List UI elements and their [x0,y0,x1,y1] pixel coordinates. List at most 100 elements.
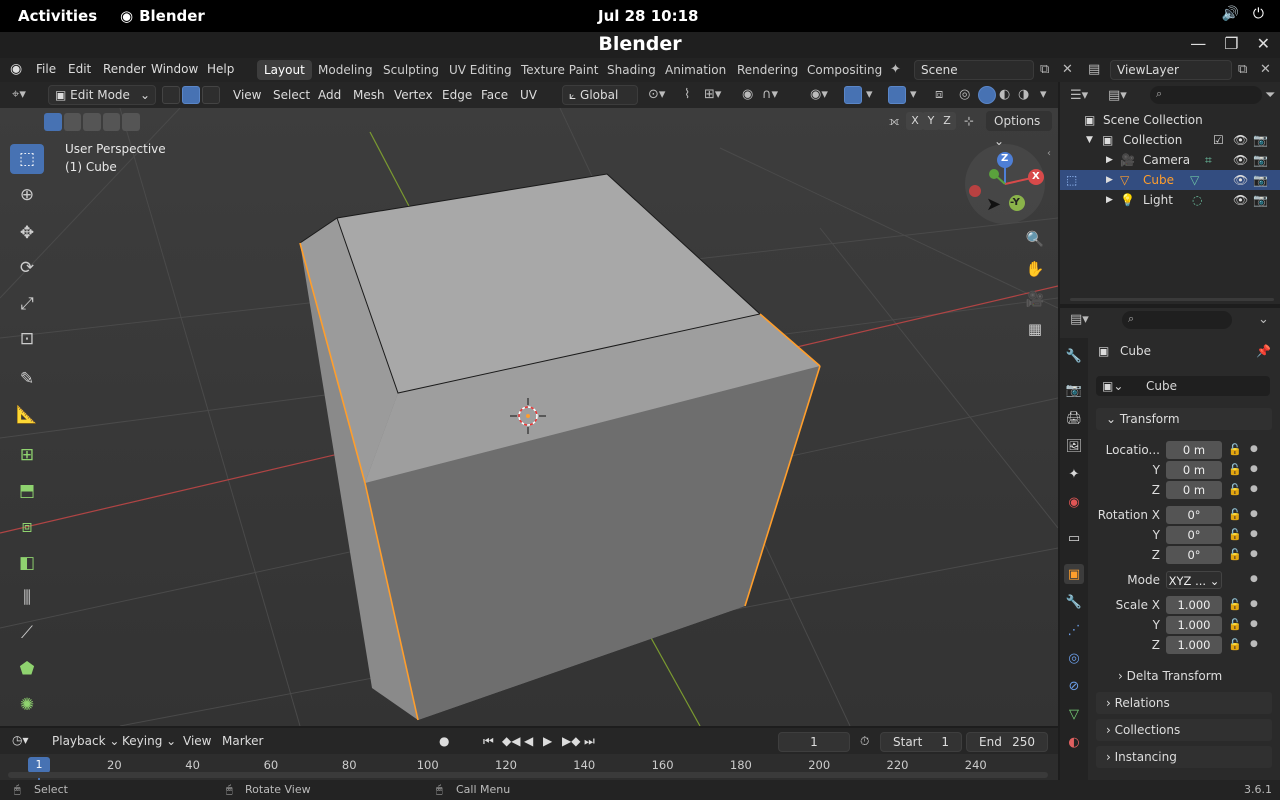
keyframe-dot-icon[interactable]: ● [1250,484,1258,494]
menu-timeline-view[interactable]: View [183,734,211,748]
filter-icon[interactable]: ⏷ [1265,88,1275,103]
outliner-light-row[interactable]: ▶ 💡 Light ◌ 👁 📷 [1060,190,1280,210]
solid-shading-button[interactable] [978,86,996,104]
clock[interactable]: Jul 28 10:18 [598,7,698,25]
overlays-toggle-button[interactable] [888,86,906,104]
rendered-shading-icon[interactable]: ◑ [1018,87,1029,102]
auto-merge-icon[interactable]: ⊹ [964,114,974,128]
keyframe-dot-icon[interactable]: ● [1250,549,1258,559]
extrude-tool-icon[interactable]: ⬒ [10,476,44,506]
lock-icon[interactable]: 🔓 [1228,638,1242,651]
keyframe-dot-icon[interactable]: ● [1250,574,1258,584]
delta-transform-subpanel[interactable]: › Delta Transform [1108,665,1270,687]
lock-icon[interactable]: 🔓 [1228,548,1242,561]
menu-file[interactable]: File [36,62,56,76]
render-camera-icon[interactable]: 📷 [1253,170,1268,190]
blender-menu-icon[interactable]: ◉ [10,61,22,77]
material-shading-icon[interactable]: ◐ [999,87,1010,102]
rotation-mode-dropdown[interactable]: XYZ ... ⌄ [1166,571,1222,589]
volume-icon[interactable]: 🔊 [1221,6,1238,22]
menu-help[interactable]: Help [207,62,234,76]
pin-icon[interactable]: 📌 [1256,344,1271,358]
lock-icon[interactable]: 🔓 [1228,463,1242,476]
close-icon[interactable]: ✕ [1257,34,1270,53]
lock-icon[interactable]: 🔓 [1228,443,1242,456]
expand-arrow-icon[interactable]: ▶ [1106,190,1113,210]
next-keyframe-icon[interactable]: ▶◆ [562,734,580,748]
snap-target-icon[interactable]: ⊞▾ [704,87,721,102]
jump-end-icon[interactable]: ⏭ [584,734,595,749]
cursor-tool-icon[interactable]: ⊕ [10,180,44,210]
menu-uv[interactable]: UV [520,88,537,102]
constraints-tab-icon[interactable]: ⊘ [1064,676,1084,696]
location-z-field[interactable]: 0 m [1166,481,1222,499]
tab-rendering[interactable]: Rendering [730,60,805,80]
outliner-search-input[interactable]: ⌕ [1150,86,1262,104]
scene-icon[interactable]: ✦ [890,62,901,77]
gizmo-z-label[interactable]: Z [1001,153,1008,164]
add-cube-tool-icon[interactable]: ⊞ [10,440,44,470]
power-icon[interactable]: ⏻ [1253,6,1264,22]
transform-tool-icon[interactable]: ⊡ [10,324,44,354]
gizmo-x-label[interactable]: X [1032,171,1040,182]
select-subtract-icon[interactable] [83,113,101,131]
material-tab-icon[interactable]: ◐ [1064,732,1084,752]
annotate-tool-icon[interactable]: ✎ [10,364,44,394]
rotation-z-field[interactable]: 0° [1166,546,1222,564]
particles-tab-icon[interactable]: ⋰ [1064,620,1084,640]
transform-orientation-selector[interactable]: ⟀ Global [562,85,638,105]
loop-cut-tool-icon[interactable]: ⫼ [10,583,44,613]
menu-add[interactable]: Add [318,88,341,102]
scale-z-field[interactable]: 1.000 [1166,636,1222,654]
keyframe-dot-icon[interactable]: ● [1250,639,1258,649]
inset-tool-icon[interactable]: ⧈ [10,512,44,542]
relations-panel-header[interactable]: › Relations [1096,692,1272,714]
menu-render[interactable]: Render [103,62,146,76]
outliner-cube-row[interactable]: ⬚ ▶ ▽ Cube ▽ 👁 📷 [1060,170,1280,190]
editor-type-icon[interactable]: ⌖▾ [12,87,26,102]
lock-icon[interactable]: 🔓 [1228,483,1242,496]
lock-icon[interactable]: 🔓 [1228,528,1242,541]
location-y-field[interactable]: 0 m [1166,461,1222,479]
rotation-x-field[interactable]: 0° [1166,506,1222,524]
camera-view-icon[interactable]: 🎥 [1024,288,1046,310]
play-reverse-icon[interactable]: ◀ [524,734,533,748]
proportional-edit-icon[interactable]: ◉ [742,87,753,102]
expand-arrow-icon[interactable]: ▶ [1106,170,1113,190]
select-intersect-icon[interactable] [122,113,140,131]
scale-y-field[interactable]: 1.000 [1166,616,1222,634]
object-tab-icon[interactable]: ▣ [1064,564,1084,584]
mirror-z-toggle[interactable]: Z [938,112,956,130]
properties-search-input[interactable]: ⌕ [1122,311,1232,329]
menu-edit[interactable]: Edit [68,62,91,76]
snap-icon[interactable]: ⌇ [684,87,690,102]
outliner-collection-row[interactable]: ▼ ▣ Collection ☑ 👁 📷 [1060,130,1280,150]
3d-viewport[interactable]: Z X -Y ➤ User Perspective (1) Cube ⟗ X Y… [0,108,1058,726]
view-layer-icon[interactable]: ▤ [1088,62,1100,77]
eye-icon[interactable]: 👁 [1233,170,1248,190]
lock-icon[interactable]: 🔓 [1228,598,1242,611]
keyframe-dot-icon[interactable]: ● [1250,444,1258,454]
measure-tool-icon[interactable]: 📐 [10,400,44,430]
face-select-mode-button[interactable] [202,86,220,104]
new-view-layer-icon[interactable]: ⧉ [1238,62,1247,77]
eye-icon[interactable]: 👁 [1233,190,1248,210]
tab-texture-paint[interactable]: Texture Paint [514,60,605,80]
shading-dropdown-icon[interactable]: ▾ [1040,87,1047,102]
render-camera-icon[interactable]: 📷 [1253,130,1268,150]
falloff-icon[interactable]: ∩▾ [762,87,778,102]
new-scene-icon[interactable]: ⧉ [1040,62,1049,77]
select-extend-icon[interactable] [63,113,82,131]
render-tab-icon[interactable]: 📷 [1064,380,1084,400]
exclude-checkbox-icon[interactable]: ☑ [1213,130,1224,150]
expand-arrow-icon[interactable]: ▶ [1106,150,1113,170]
menu-vertex[interactable]: Vertex [394,88,433,102]
spin-tool-icon[interactable]: ✺ [10,690,44,720]
world-tab-icon[interactable]: ◉ [1064,492,1084,512]
edge-select-mode-button[interactable] [182,86,200,104]
scene-selector[interactable]: Scene [914,60,1034,80]
view-layer-selector[interactable]: ViewLayer [1110,60,1232,80]
display-mode-icon[interactable]: ▤▾ [1108,88,1127,103]
knife-tool-icon[interactable]: ⟋ [10,618,44,648]
select-box-tool-icon[interactable]: ⬚ [10,144,44,174]
